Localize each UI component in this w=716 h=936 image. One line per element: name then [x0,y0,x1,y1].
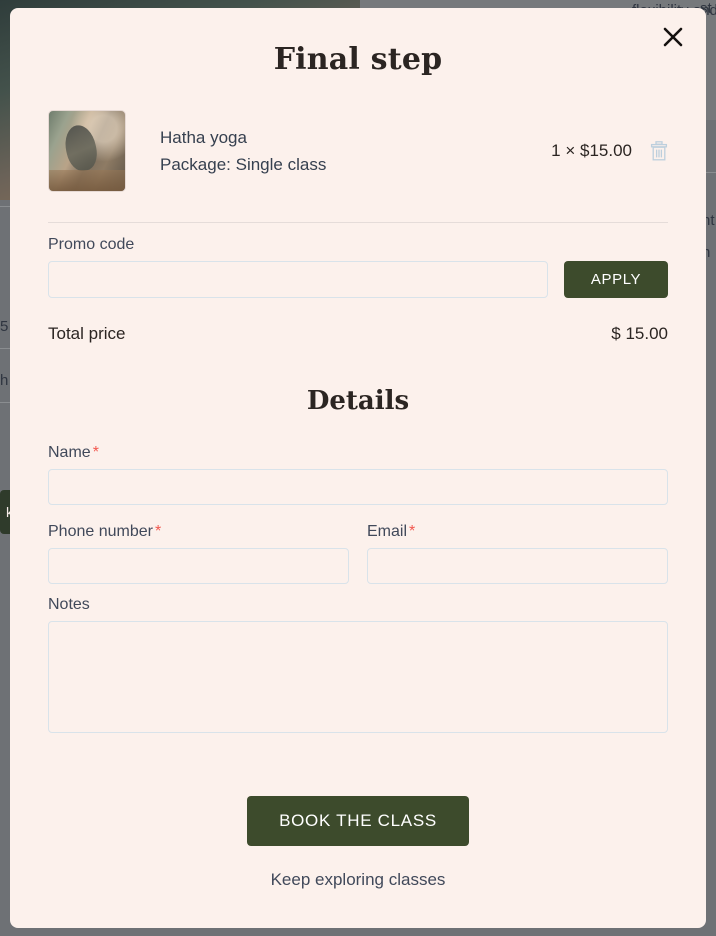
book-the-class-button[interactable]: BOOK THE CLASS [247,796,469,846]
class-thumbnail-image [48,110,126,192]
email-label-text: Email [367,523,408,540]
total-price-label: Total price [48,324,126,343]
name-field[interactable] [48,469,668,505]
apply-promo-button[interactable]: APPLY [564,261,668,298]
section-divider [48,222,668,223]
keep-exploring-classes-link[interactable]: Keep exploring classes [48,870,668,890]
phone-label: Phone number * [48,523,349,541]
total-price-value: $ 15.00 [611,324,668,343]
email-label: Email * [367,523,668,541]
phone-column: Phone number * [48,517,349,584]
email-column: Email * [367,517,668,584]
details-heading: Details [306,386,410,416]
cart-item-package: Package: Single class [160,155,327,174]
notes-field[interactable] [48,621,668,733]
cart-item-info: Hatha yoga Package: Single class [160,125,551,178]
name-label: Name * [48,444,668,462]
email-field[interactable] [367,548,668,584]
trash-icon[interactable] [650,141,668,161]
phone-required-asterisk: * [154,523,162,540]
total-price-row: Total price $ 15.00 [48,324,668,344]
page-title: Final step [273,42,443,77]
modal-footer: BOOK THE CLASS Keep exploring classes [48,796,668,890]
cart-item-row: Hatha yoga Package: Single class 1 × $15… [48,110,668,192]
final-step-modal: Final step Hatha yoga Package: Single cl… [10,8,706,928]
phone-number-field[interactable] [48,548,349,584]
name-label-text: Name [48,444,91,461]
promo-code-label: Promo code [48,236,135,253]
phone-label-text: Phone number [48,523,153,540]
promo-code-row: APPLY [48,261,668,298]
notes-label: Notes [48,596,90,613]
phone-email-row: Phone number * Email * [48,517,668,584]
name-required-asterisk: * [92,444,99,461]
cart-item-title: Hatha yoga [160,127,247,147]
promo-code-input[interactable] [48,261,548,298]
close-icon[interactable] [654,18,692,56]
details-form: Name * Phone number * Email * Notes [48,444,668,738]
cart-item-quantity-price: 1 × $15.00 [551,141,632,160]
email-required-asterisk: * [409,523,416,540]
